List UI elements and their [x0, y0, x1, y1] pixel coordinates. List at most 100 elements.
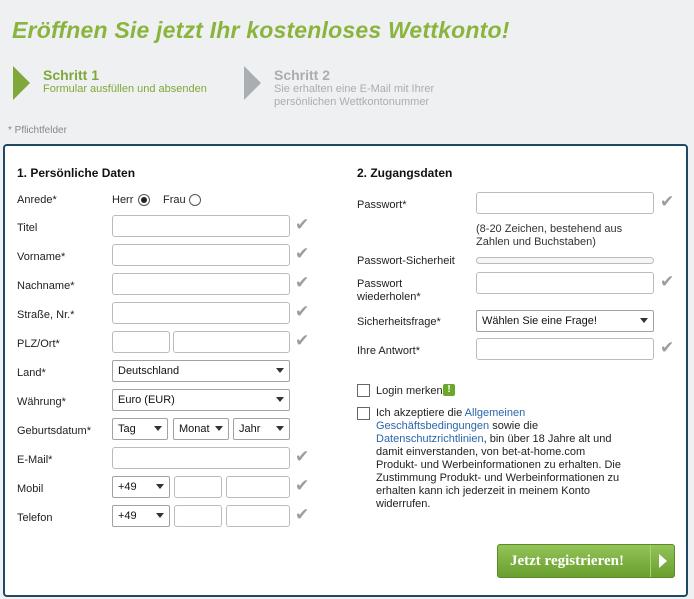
- step-2-title: Schritt 2: [274, 67, 331, 83]
- terms-link[interactable]: Allgemeinen: [465, 407, 526, 419]
- section-personal-title: 1. Persönliche Daten: [17, 166, 136, 180]
- check-icon: ✔: [295, 331, 310, 350]
- firstname-input[interactable]: [112, 244, 290, 266]
- step-2-subtitle-line2: persönlichen Wettkontonummer: [274, 96, 430, 108]
- chevron-down-icon: [276, 368, 284, 373]
- accept-text-part: sowie die: [489, 420, 539, 432]
- password-input[interactable]: [476, 192, 654, 214]
- step-2-subtitle: Sie erhalten eine E-Mail mit Ihrer persö…: [274, 83, 434, 109]
- title-input[interactable]: [112, 215, 290, 237]
- check-icon: ✔: [295, 476, 310, 495]
- chevron-down-icon: [156, 484, 164, 489]
- lastname-input[interactable]: [112, 273, 290, 295]
- remember-login-label: Login merken: [376, 385, 443, 397]
- accept-terms-text: Ich akzeptiere die Allgemeinen Geschäfts…: [376, 407, 656, 511]
- security-question-value: Wählen Sie eine Frage!: [482, 315, 597, 327]
- password-repeat-label: Passwort wiederholen*: [357, 278, 421, 304]
- password-strength-bar: [476, 257, 654, 264]
- street-label: Straße, Nr.*: [17, 309, 75, 321]
- mobile-number-input[interactable]: [226, 476, 290, 498]
- security-question-label: Sicherheitsfrage*: [357, 316, 441, 328]
- check-icon: ✔: [660, 338, 675, 357]
- answer-input[interactable]: [476, 338, 654, 360]
- play-icon: [650, 545, 674, 577]
- phone-code-select[interactable]: +49: [112, 505, 170, 527]
- password-repeat-input[interactable]: [476, 272, 654, 294]
- mobile-label: Mobil: [17, 483, 44, 495]
- password-repeat-label-line2: wiederholen*: [357, 291, 421, 303]
- register-button[interactable]: Jetzt registrieren!: [497, 544, 675, 578]
- country-label: Land*: [17, 367, 46, 379]
- birthdate-label: Geburtsdatum*: [17, 425, 91, 437]
- accept-terms-checkbox[interactable]: [357, 407, 370, 420]
- salutation-mrs-radio[interactable]: [189, 194, 201, 206]
- birth-year-value: Jahr: [239, 423, 261, 435]
- chevron-down-icon: [640, 318, 648, 323]
- step-arrow-icon: [13, 66, 30, 100]
- accept-text-part: Ich akzeptiere die: [376, 407, 465, 419]
- currency-select-value: Euro (EUR): [118, 394, 175, 406]
- currency-select[interactable]: Euro (EUR): [112, 389, 290, 411]
- title-label: Titel: [17, 222, 38, 234]
- phone-number-input[interactable]: [226, 505, 290, 527]
- phone-prefix-input[interactable]: [174, 505, 222, 527]
- birth-day-select[interactable]: Tag: [112, 418, 168, 440]
- zip-input[interactable]: [112, 331, 170, 353]
- phone-code-value: +49: [118, 510, 137, 522]
- accept-text-part: Produkt- und Werbeinformationen zu erhal…: [376, 459, 621, 471]
- mobile-code-select[interactable]: +49: [112, 476, 170, 498]
- security-question-select[interactable]: Wählen Sie eine Frage!: [476, 310, 654, 332]
- street-input[interactable]: [112, 302, 290, 324]
- password-hint: (8-20 Zeichen, bestehend aus Zahlen und …: [476, 223, 622, 249]
- chevron-down-icon: [276, 397, 284, 402]
- check-icon: ✔: [295, 302, 310, 321]
- accept-text-part: erhalten kann ich jederzeit in meinem Ko…: [376, 485, 591, 497]
- password-label: Passwort*: [357, 199, 407, 211]
- password-hint-line2: Zahlen und Buchstaben): [476, 236, 596, 248]
- required-fields-note: * Pflichtfelder: [8, 125, 67, 136]
- currency-label: Währung*: [17, 396, 66, 408]
- step-1-subtitle: Formular ausfüllen und absenden: [43, 83, 207, 95]
- answer-label: Ihre Antwort*: [357, 345, 420, 357]
- register-button-label: Jetzt registrieren!: [510, 553, 624, 569]
- section-access-title: 2. Zugangsdaten: [357, 166, 453, 180]
- accept-text-part: damit einverstanden, von bet-at-home.com: [376, 446, 586, 458]
- step-arrow-icon: [244, 66, 261, 100]
- salutation-mr-label: Herr: [112, 194, 134, 206]
- terms-link-continued[interactable]: Geschäftsbedingungen: [376, 420, 489, 432]
- info-icon[interactable]: !: [443, 384, 455, 396]
- mobile-prefix-input[interactable]: [174, 476, 222, 498]
- accept-text-part: Zustimmung Produkt- und Werbeinformation…: [376, 472, 620, 484]
- chevron-down-icon: [154, 426, 162, 431]
- page-title: Eröffnen Sie jetzt Ihr kostenloses Wettk…: [12, 17, 510, 43]
- birth-day-value: Tag: [118, 423, 136, 435]
- privacy-policy-link[interactable]: Datenschutzrichtlinien: [376, 433, 484, 445]
- email-label: E-Mail*: [17, 454, 53, 466]
- step-2-subtitle-line1: Sie erhalten eine E-Mail mit Ihrer: [274, 83, 435, 95]
- chevron-down-icon: [276, 426, 284, 431]
- check-icon: ✔: [660, 272, 675, 291]
- salutation-mr-radio[interactable]: [138, 194, 150, 206]
- birth-year-select[interactable]: Jahr: [233, 418, 290, 440]
- accept-text-part: widerrufen.: [376, 498, 431, 510]
- check-icon: ✔: [660, 192, 675, 211]
- country-select[interactable]: Deutschland: [112, 360, 290, 382]
- firstname-label: Vorname*: [17, 251, 66, 263]
- zip-city-label: PLZ/Ort*: [17, 338, 60, 350]
- check-icon: ✔: [295, 244, 310, 263]
- email-input[interactable]: [112, 447, 290, 469]
- registration-form: 1. Persönliche Daten Anrede* Herr Frau T…: [3, 144, 688, 597]
- check-icon: ✔: [295, 215, 310, 234]
- password-repeat-label-line1: Passwort: [357, 278, 403, 290]
- birth-month-select[interactable]: Monat: [173, 418, 229, 440]
- salutation-mrs-label: Frau: [163, 194, 186, 206]
- city-input[interactable]: [173, 331, 290, 353]
- birth-month-value: Monat: [179, 423, 210, 435]
- country-select-value: Deutschland: [118, 365, 180, 377]
- remember-login-checkbox[interactable]: [357, 384, 370, 397]
- phone-label: Telefon: [17, 512, 53, 524]
- password-hint-line1: (8-20 Zeichen, bestehend aus: [476, 223, 623, 235]
- salutation-label: Anrede*: [17, 194, 57, 206]
- check-icon: ✔: [295, 273, 310, 292]
- mobile-code-value: +49: [118, 481, 137, 493]
